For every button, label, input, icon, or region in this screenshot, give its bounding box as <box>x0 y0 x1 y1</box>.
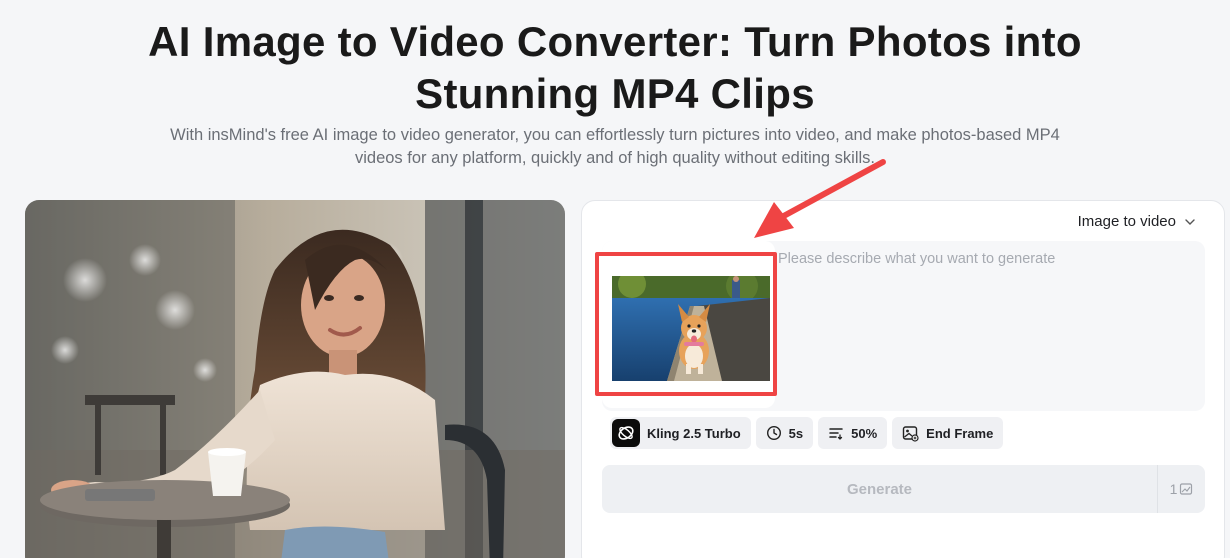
clock-icon <box>766 425 781 441</box>
page-title-line-2: Stunning MP4 Clips <box>415 70 815 117</box>
credit-icon <box>1180 483 1193 495</box>
page-subtitle-line-1: With insMind's free AI image to video ge… <box>170 126 1060 144</box>
end-frame-label: End Frame <box>926 425 994 441</box>
image-frame-icon <box>902 425 919 442</box>
page-subtitle: With insMind's free AI image to video ge… <box>140 124 1090 170</box>
sliders-icon <box>829 428 843 440</box>
example-photo-illustration <box>25 200 565 558</box>
uploaded-image-card[interactable] <box>602 241 775 408</box>
credit-cost: 1 <box>1157 465 1205 513</box>
mode-dropdown-label: Image to video <box>1077 213 1176 230</box>
prompt-textarea[interactable] <box>778 251 1188 401</box>
chevron-down-icon <box>1185 218 1195 225</box>
model-selector[interactable]: Kling 2.5 Turbo <box>610 417 751 449</box>
strength-selector-label: 50% <box>851 425 878 441</box>
duration-selector-label: 5s <box>788 425 804 441</box>
generate-bar: Generate 1 <box>602 465 1205 513</box>
generation-options: Kling 2.5 Turbo 5s 50% End Frame <box>610 417 1004 449</box>
strength-selector[interactable]: 50% <box>818 417 888 449</box>
generate-button[interactable]: Generate <box>602 465 1157 513</box>
example-photo-woman-cafe <box>25 200 565 558</box>
page-subtitle-line-2: videos for any platform, quickly and of … <box>354 149 876 167</box>
video-generator-panel: Image to video Please describe what you … <box>581 200 1225 558</box>
page-title: AI Image to Video Converter: Turn Photos… <box>0 16 1230 120</box>
kling-logo-icon <box>612 419 640 447</box>
duration-selector[interactable]: 5s <box>755 417 814 449</box>
uploaded-image-thumbnail[interactable] <box>612 276 770 381</box>
model-selector-label: Kling 2.5 Turbo <box>647 425 741 441</box>
prompt-input-area <box>602 241 1205 411</box>
credit-cost-value: 1 <box>1169 481 1178 497</box>
end-frame-button[interactable]: End Frame <box>892 417 1004 449</box>
page-title-line-1: AI Image to Video Converter: Turn Photos… <box>148 18 1082 65</box>
mode-dropdown[interactable]: Image to video <box>1078 213 1196 230</box>
